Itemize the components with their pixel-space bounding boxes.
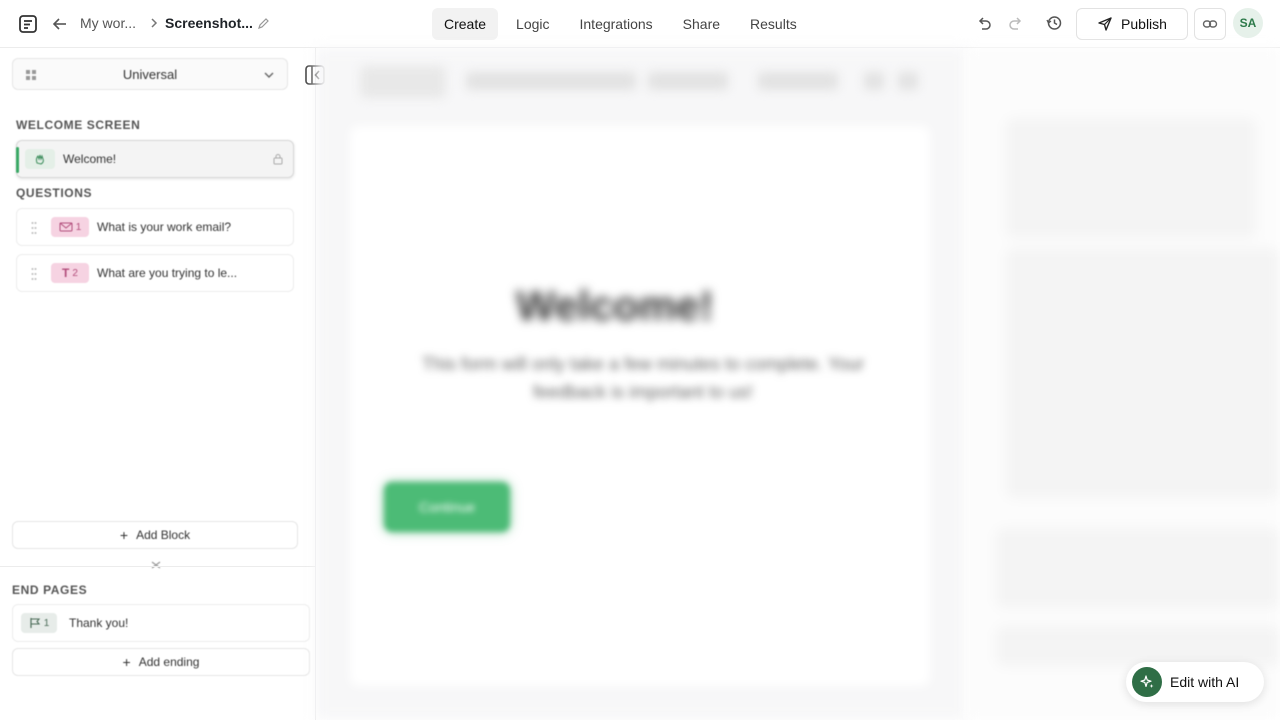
add-block-label: Add Block [136,528,191,542]
tab-logic[interactable]: Logic [504,8,561,40]
send-icon [1098,17,1112,31]
question-number: 2 [72,267,78,279]
tab-integrations[interactable]: Integrations [568,8,665,40]
lock-icon [273,154,283,165]
publish-button[interactable]: Publish [1076,8,1188,40]
question-number: 1 [75,221,82,233]
chevron-right-icon [151,18,158,28]
top-bar: My wor... Screenshot... Create Logic Int… [0,0,1280,48]
ending-block-thank-you[interactable]: 1 Thank you! [12,604,310,642]
text-icon: T 2 [51,263,89,283]
edit-with-ai-label: Edit with AI [1170,674,1240,690]
plus-icon: + [119,527,129,543]
email-icon: 1 [51,217,89,237]
add-block-button[interactable]: + Add Block [12,521,298,549]
hand-wave-icon [25,149,55,169]
tab-results[interactable]: Results [738,8,809,40]
canvas-toolbar [360,64,926,100]
question-block-email[interactable]: 1 What is your work email? [16,208,294,246]
ending-number: 1 [43,617,50,629]
welcome-subtitle[interactable]: This form will only take a few minutes t… [400,350,886,406]
tab-share[interactable]: Share [671,8,732,40]
question-label: What is your work email? [97,220,232,234]
redo-icon[interactable] [1007,14,1025,32]
drag-handle-icon[interactable] [31,221,37,235]
welcome-block-label: Welcome! [63,152,117,166]
copy-link-button[interactable] [1194,8,1226,40]
plus-icon: + [122,654,131,670]
tab-create[interactable]: Create [432,8,499,40]
sparkle-icon [1132,667,1162,697]
breadcrumb-workspace[interactable]: My wor... [80,15,136,31]
form-logo-icon[interactable] [18,14,38,34]
block-sidebar: Universal WELCOME SCREEN Welcome! QUESTI… [0,48,325,720]
undo-icon[interactable] [975,14,993,32]
publish-label: Publish [1121,16,1167,32]
back-arrow-icon[interactable] [50,14,70,34]
block-settings-panel [966,48,1280,720]
language-select[interactable]: Universal [12,58,288,90]
resize-handle-icon[interactable] [150,560,162,570]
flag-icon: 1 [21,613,57,633]
welcome-continue-button[interactable]: Continue [384,482,510,532]
edit-with-ai-button[interactable]: Edit with AI [1126,662,1264,702]
ending-label: Thank you! [69,616,129,630]
add-ending-button[interactable]: + Add ending [12,648,310,676]
welcome-section-heading: WELCOME SCREEN [16,118,141,132]
link-icon [1202,20,1218,28]
user-avatar[interactable]: SA [1233,8,1263,38]
main-nav: Create Logic Integrations Share Results [432,8,809,40]
end-pages-section-heading: END PAGES [12,583,88,597]
question-block-text[interactable]: T 2 What are you trying to le... [16,254,294,292]
sidebar-divider [0,566,316,567]
breadcrumb-form-title[interactable]: Screenshot... [165,15,253,31]
question-label: What are you trying to le... [97,266,238,280]
welcome-title[interactable]: Welcome! [516,282,714,330]
drag-handle-icon[interactable] [31,267,37,281]
pencil-icon[interactable] [256,16,271,31]
history-icon[interactable] [1045,14,1063,32]
language-selected-value: Universal [122,67,178,82]
welcome-block[interactable]: Welcome! [16,140,294,178]
add-ending-label: Add ending [138,655,200,669]
form-preview-card [350,126,930,686]
questions-section-heading: QUESTIONS [16,186,93,200]
chevron-down-icon [264,72,274,78]
